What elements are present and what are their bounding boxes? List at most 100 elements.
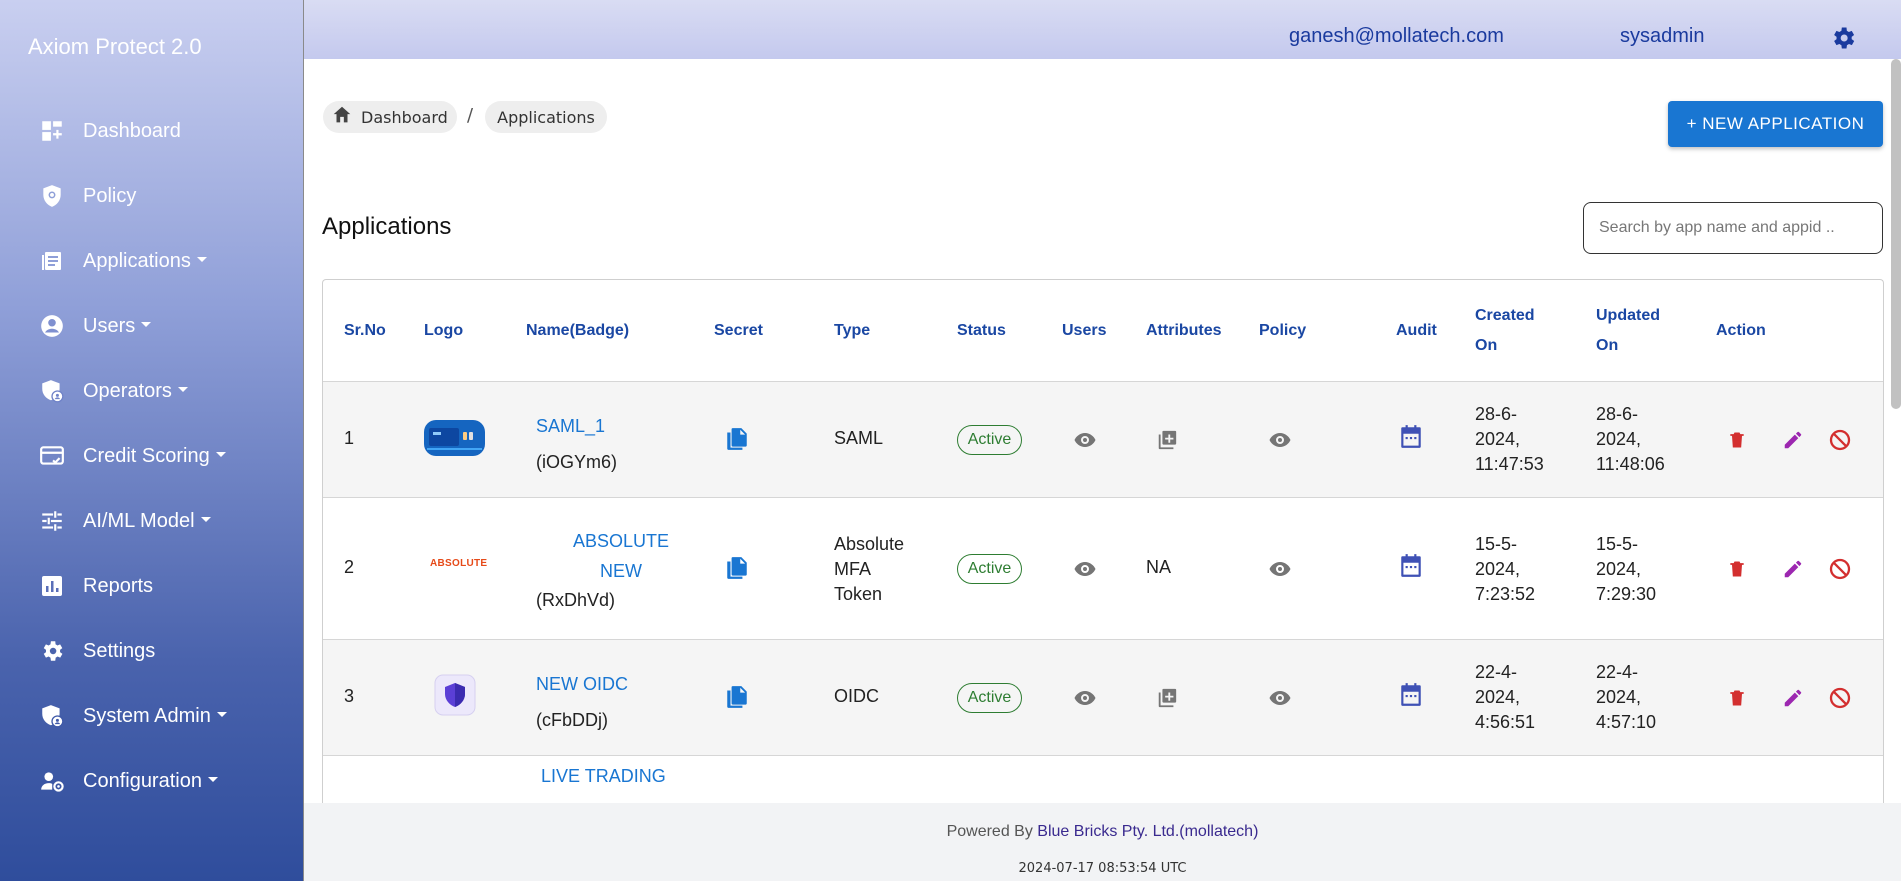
edit-pencil-icon[interactable] <box>1780 556 1806 582</box>
view-policy-eye-icon[interactable] <box>1267 685 1293 711</box>
sidebar-item-configuration[interactable]: Configuration <box>0 756 304 806</box>
home-icon <box>331 104 353 130</box>
app-logo: ABSOLUTE <box>430 558 488 569</box>
gear-icon[interactable] <box>1829 24 1857 52</box>
row-srno: 1 <box>344 428 355 448</box>
app-type: OIDC <box>834 686 879 706</box>
gear-icon <box>38 637 66 665</box>
sidebar-item-label: System Admin <box>83 705 227 728</box>
col-created-on: Created On <box>1475 307 1535 354</box>
search-input[interactable] <box>1583 202 1883 254</box>
sidebar-item-label: Dashboard <box>83 119 181 142</box>
sidebar-item-applications[interactable]: Applications <box>0 236 304 286</box>
view-policy-eye-icon[interactable] <box>1267 556 1293 582</box>
add-attribute-icon[interactable] <box>1154 427 1180 453</box>
app-name-link[interactable]: NEW OIDC <box>536 674 628 695</box>
row-srno: 2 <box>344 557 355 577</box>
app-badge: (iOGYm6) <box>536 452 617 472</box>
sidebar-item-reports[interactable]: Reports <box>0 561 304 611</box>
disable-block-icon[interactable] <box>1827 685 1853 711</box>
edit-pencil-icon[interactable] <box>1780 427 1806 453</box>
reports-icon <box>38 572 66 600</box>
view-users-eye-icon[interactable] <box>1072 427 1098 453</box>
table-row: 3 NEW OIDC (cFbDDj) OIDC Active 22-4- 202… <box>323 639 1883 755</box>
sidebar-item-users[interactable]: Users <box>0 301 304 351</box>
created-on: 15-5- 2024, 7:23:52 <box>1475 534 1536 604</box>
edit-pencil-icon[interactable] <box>1780 685 1806 711</box>
chevron-down-icon <box>207 776 218 782</box>
col-updated-on: Updated On <box>1596 307 1660 354</box>
app-type: Absolute MFA Token <box>834 534 905 604</box>
status-badge: Active <box>957 425 1022 455</box>
col-action: Action <box>1716 322 1766 339</box>
view-users-eye-icon[interactable] <box>1072 685 1098 711</box>
app-name-link[interactable]: LIVE TRADING <box>541 766 666 787</box>
sidebar-item-label: Users <box>83 315 152 338</box>
delete-icon[interactable] <box>1724 427 1750 453</box>
delete-icon[interactable] <box>1724 685 1750 711</box>
new-application-button[interactable]: + NEW APPLICATION <box>1668 101 1883 147</box>
col-logo: Logo <box>424 322 464 339</box>
table-row: LIVE TRADING <box>323 755 1883 803</box>
page-title: Applications <box>322 213 452 240</box>
created-on: 22-4- 2024, 4:56:51 <box>1475 662 1536 732</box>
chevron-down-icon <box>216 711 227 717</box>
sidebar-item-label: Credit Scoring <box>83 445 226 468</box>
audit-calendar-icon[interactable] <box>1398 682 1424 708</box>
copy-secret-icon[interactable] <box>724 684 750 710</box>
app-name-link[interactable]: ABSOLUTE NEW <box>536 526 706 586</box>
sidebar-item-dashboard[interactable]: Dashboard <box>0 106 304 156</box>
col-status: Status <box>957 322 1006 339</box>
view-users-eye-icon[interactable] <box>1072 556 1098 582</box>
sidebar-item-operators[interactable]: Operators <box>0 366 304 416</box>
sidebar-item-policy[interactable]: Policy <box>0 171 304 221</box>
status-badge: Active <box>957 683 1022 713</box>
server-timestamp: 2024-07-17 08:53:54 UTC <box>1018 861 1187 876</box>
applications-icon <box>38 247 66 275</box>
app-title: Axiom Protect 2.0 <box>28 34 202 59</box>
powered-by: Powered By Blue Bricks Pty. Ltd.(mollate… <box>946 823 1259 840</box>
col-type: Type <box>834 322 871 339</box>
view-policy-eye-icon[interactable] <box>1267 427 1293 453</box>
sidebar-item-ai-ml-model[interactable]: AI/ML Model <box>0 496 304 546</box>
sidebar-item-label: Policy <box>83 184 137 207</box>
attributes-value: NA <box>1146 557 1172 577</box>
copy-secret-icon[interactable] <box>724 555 750 581</box>
sidebar-item-label: Applications <box>83 250 207 273</box>
chevron-down-icon <box>177 386 188 392</box>
app-name-link[interactable]: SAML_1 <box>536 416 605 437</box>
applications-table: Sr.No Logo Name(Badge) Secret Type Statu… <box>322 279 1884 803</box>
table-row: 1 SAML_1 (iOGYm6) SAML Active 28-6- 2024,… <box>323 381 1883 497</box>
chevron-down-icon <box>200 516 211 522</box>
policy-shield-icon <box>38 182 66 210</box>
audit-calendar-icon[interactable] <box>1398 553 1424 579</box>
col-users: Users <box>1062 322 1107 339</box>
sidebar-item-label: Configuration <box>83 770 218 793</box>
updated-on: 15-5- 2024, 7:29:30 <box>1596 534 1657 604</box>
col-attributes: Attributes <box>1146 322 1222 339</box>
col-name: Name(Badge) <box>526 322 630 339</box>
app-logo <box>423 418 486 458</box>
sidebar-item-label: Reports <box>83 574 154 597</box>
footer: Powered By Blue Bricks Pty. Ltd.(mollate… <box>304 803 1901 881</box>
sidebar-item-system-admin[interactable]: System Admin <box>0 691 304 741</box>
col-policy: Policy <box>1259 322 1307 339</box>
breadcrumb-label: Applications <box>497 107 595 127</box>
disable-block-icon[interactable] <box>1827 556 1853 582</box>
copy-secret-icon[interactable] <box>724 426 750 452</box>
updated-on: 22-4- 2024, 4:57:10 <box>1596 662 1657 732</box>
chevron-down-icon <box>215 451 226 457</box>
app-badge: (cFbDDj) <box>536 710 608 730</box>
sidebar-item-credit-scoring[interactable]: Credit Scoring <box>0 431 304 481</box>
user-role[interactable]: sysadmin <box>1620 25 1704 48</box>
user-icon <box>38 312 66 340</box>
delete-icon[interactable] <box>1724 556 1750 582</box>
disable-block-icon[interactable] <box>1827 427 1853 453</box>
add-attribute-icon[interactable] <box>1154 685 1180 711</box>
breadcrumb-dashboard[interactable]: Dashboard <box>323 101 457 133</box>
sidebar-item-settings[interactable]: Settings <box>0 626 304 676</box>
scrollbar[interactable] <box>1891 59 1901 409</box>
app-type: SAML <box>834 428 884 448</box>
breadcrumb-applications[interactable]: Applications <box>485 101 607 133</box>
audit-calendar-icon[interactable] <box>1398 424 1424 450</box>
